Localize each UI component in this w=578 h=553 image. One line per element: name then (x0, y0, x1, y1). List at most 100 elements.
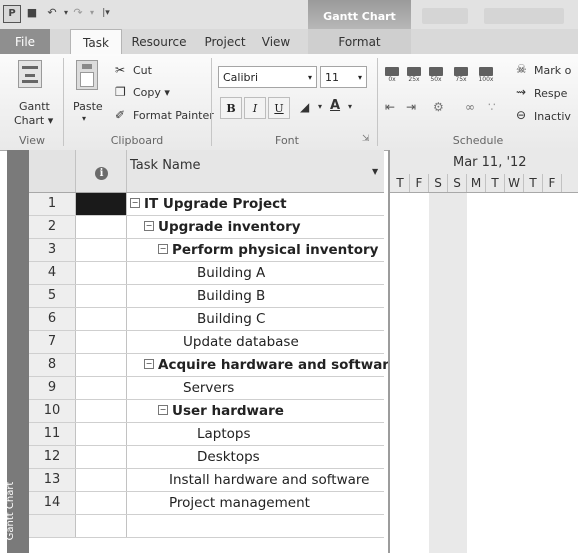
chevron-down-icon[interactable]: ▾ (318, 102, 322, 111)
task-name-cell[interactable]: − Upgrade inventory (127, 216, 401, 238)
collapse-icon[interactable]: − (158, 244, 168, 254)
table-row[interactable]: 11 Laptops (29, 423, 384, 446)
percent-complete-25-button[interactable]: 25x (405, 67, 423, 84)
tab-file[interactable]: File (0, 29, 50, 54)
task-name-cell[interactable]: − IT Upgrade Project (127, 193, 387, 215)
percent-complete-100-button[interactable]: 100x (477, 67, 495, 84)
chevron-down-icon[interactable]: ▾ (348, 102, 352, 111)
gantt-chart-area[interactable] (388, 150, 578, 553)
table-row[interactable]: 9 Servers (29, 377, 384, 400)
paste-dropdown-icon[interactable]: ▾ (82, 114, 86, 123)
unlink-tasks-icon[interactable]: ∵ (488, 100, 496, 114)
row-number[interactable]: 9 (29, 377, 76, 399)
indicator-cell[interactable] (76, 308, 127, 330)
font-size-combo[interactable]: 11 ▾ (320, 66, 367, 88)
indicator-cell[interactable] (76, 193, 127, 215)
indicator-cell[interactable] (76, 423, 127, 445)
cut-button[interactable]: Cut (133, 64, 152, 77)
table-row[interactable]: 2 − Upgrade inventory (29, 216, 384, 239)
respect-links-button[interactable]: Respe (534, 87, 567, 100)
select-all-corner[interactable] (29, 150, 76, 192)
tab-task[interactable]: Task (70, 29, 122, 56)
copy-icon[interactable]: ❐ (115, 85, 126, 99)
task-name-cell[interactable]: Project management (127, 492, 426, 514)
link-tasks-icon[interactable]: ∞ (465, 100, 475, 114)
customize-toolbar-icon[interactable]: |▾ (98, 5, 114, 21)
app-icon[interactable]: P (3, 5, 21, 23)
row-number[interactable] (29, 515, 76, 537)
font-name-combo[interactable]: Calibri ▾ (218, 66, 317, 88)
tab-view[interactable]: View (256, 29, 296, 54)
indicator-cell[interactable] (76, 239, 127, 261)
task-name-cell[interactable]: − Perform physical inventory (127, 239, 415, 261)
table-row[interactable]: 4 Building A (29, 262, 384, 285)
row-number[interactable]: 5 (29, 285, 76, 307)
indicator-cell[interactable] (76, 515, 127, 537)
table-row[interactable]: 3 − Perform physical inventory (29, 239, 384, 262)
row-number[interactable]: 10 (29, 400, 76, 422)
dialog-launcher-icon[interactable]: ⇲ (362, 134, 370, 144)
gantt-chart-icon[interactable] (18, 60, 42, 88)
chevron-down-icon[interactable]: ▼ (372, 167, 378, 176)
indicator-cell[interactable] (76, 354, 127, 376)
inactivate-button[interactable]: Inactiv (534, 110, 571, 123)
mark-on-track-icon[interactable]: ☠ (516, 62, 527, 76)
table-row[interactable]: 14 Project management (29, 492, 384, 515)
collapse-icon[interactable]: − (158, 405, 168, 415)
row-number[interactable]: 13 (29, 469, 76, 491)
task-name-cell[interactable]: − Acquire hardware and software (127, 354, 401, 376)
row-number[interactable]: 11 (29, 423, 76, 445)
indicator-cell[interactable] (76, 446, 127, 468)
paste-button[interactable]: Paste (73, 100, 103, 113)
indent-icon[interactable]: ⇥ (406, 100, 416, 114)
copy-button[interactable]: Copy ▾ (133, 86, 170, 99)
row-number[interactable]: 7 (29, 331, 76, 353)
split-task-icon[interactable]: ⚙ (433, 100, 444, 114)
format-painter-button[interactable]: Format Painter (133, 109, 214, 122)
row-number[interactable]: 12 (29, 446, 76, 468)
font-color-button[interactable]: A (330, 98, 340, 113)
table-row[interactable]: 7 Update database (29, 331, 384, 354)
row-number[interactable]: 3 (29, 239, 76, 261)
fill-color-icon[interactable]: ◢ (300, 100, 309, 114)
indicator-cell[interactable] (76, 400, 127, 422)
table-row[interactable]: 8 − Acquire hardware and software (29, 354, 398, 377)
task-name-cell[interactable] (127, 515, 426, 537)
gantt-chart-button-sub[interactable]: Chart ▾ (14, 114, 53, 127)
indicator-cell[interactable] (76, 469, 127, 491)
indicator-cell[interactable] (76, 216, 127, 238)
row-number[interactable]: 1 (29, 193, 76, 215)
row-number[interactable]: 8 (29, 354, 76, 376)
table-row[interactable]: 10 − User hardware (29, 400, 384, 423)
tab-resource[interactable]: Resource (128, 29, 190, 54)
underline-button[interactable]: U (268, 97, 290, 119)
indicator-cell[interactable] (76, 377, 127, 399)
table-row[interactable]: 1 − IT Upgrade Project (29, 193, 384, 216)
italic-button[interactable]: I (244, 97, 266, 119)
respect-links-icon[interactable]: ⇝ (516, 85, 526, 99)
row-number[interactable]: 14 (29, 492, 76, 514)
task-name-cell[interactable]: − User hardware (127, 400, 415, 422)
outdent-icon[interactable]: ⇤ (385, 100, 395, 114)
tab-format[interactable]: Format (308, 29, 411, 54)
percent-complete-0-button[interactable]: 0x (383, 67, 401, 84)
bold-button[interactable]: B (220, 97, 242, 119)
tab-project[interactable]: Project (200, 29, 250, 54)
collapse-icon[interactable]: − (144, 359, 154, 369)
indicator-cell[interactable] (76, 285, 127, 307)
inactivate-icon[interactable]: ⊖ (516, 108, 526, 122)
percent-complete-50-button[interactable]: 50x (427, 67, 445, 84)
indicator-cell[interactable] (76, 262, 127, 284)
task-name-cell[interactable]: Install hardware and software (127, 469, 426, 491)
row-number[interactable]: 2 (29, 216, 76, 238)
collapse-icon[interactable]: − (144, 221, 154, 231)
cut-icon[interactable]: ✂ (115, 63, 125, 77)
row-number[interactable]: 4 (29, 262, 76, 284)
indicator-cell[interactable] (76, 492, 127, 514)
mark-on-track-button[interactable]: Mark o (534, 64, 571, 77)
table-row[interactable]: 12 Desktops (29, 446, 384, 469)
table-row[interactable]: 6 Building C (29, 308, 384, 331)
indicator-cell[interactable] (76, 331, 127, 353)
gantt-chart-button[interactable]: Gantt (19, 100, 50, 113)
percent-complete-75-button[interactable]: 75x (452, 67, 470, 84)
